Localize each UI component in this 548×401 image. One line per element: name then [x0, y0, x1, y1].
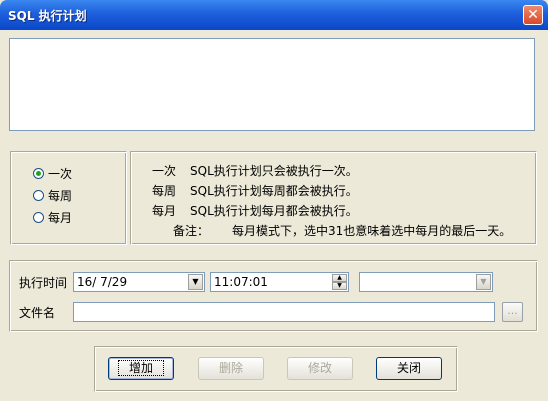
info-text-weekly: SQL执行计划每周都会被执行。	[190, 184, 358, 198]
add-button[interactable]: 增加	[108, 357, 174, 380]
close-icon: ✕	[527, 7, 539, 23]
time-value: 11:07:01	[214, 275, 268, 289]
exec-time-label: 执行时间	[19, 276, 68, 290]
sql-description-box[interactable]	[9, 38, 535, 131]
radio-monthly[interactable]: 每月	[33, 209, 72, 225]
time-spin-buttons[interactable]: ▲ ▼	[332, 274, 347, 290]
info-text-monthly: SQL执行计划每月都会被执行。	[190, 204, 358, 218]
chevron-down-icon[interactable]: ▼	[476, 274, 491, 290]
info-key-once: 一次	[152, 164, 177, 178]
radio-weekly-circle[interactable]	[33, 189, 44, 201]
title-bar: SQL 执行计划 ✕	[0, 0, 548, 30]
browse-button[interactable]: ...	[502, 302, 523, 322]
add-button-label: 增加	[117, 360, 165, 376]
delete-button[interactable]: 删除	[198, 357, 264, 380]
radio-once-circle[interactable]	[33, 167, 44, 179]
radio-monthly-label: 每月	[48, 210, 73, 225]
note-text: 每月模式下，选中31也意味着选中每月的最后一天。	[232, 224, 512, 238]
date-picker[interactable]: 16/ 7/29 ▼	[73, 272, 205, 292]
info-key-weekly: 每周	[152, 184, 177, 198]
file-name-input[interactable]	[73, 302, 495, 322]
close-window-button[interactable]: ✕	[523, 5, 543, 25]
spin-down-icon[interactable]: ▼	[332, 282, 347, 290]
spin-up-icon[interactable]: ▲	[332, 274, 347, 282]
radio-once[interactable]: 一次	[33, 165, 72, 181]
date-value: 16/ 7/29	[77, 275, 128, 289]
radio-monthly-circle[interactable]	[33, 211, 44, 223]
modify-button[interactable]: 修改	[287, 357, 353, 380]
time-spinner[interactable]: 11:07:01 ▲ ▼	[210, 272, 349, 292]
note-key: 备注：	[173, 224, 210, 238]
radio-once-label: 一次	[48, 166, 73, 181]
radio-weekly[interactable]: 每周	[33, 187, 72, 203]
weekday-select[interactable]: ▼	[359, 272, 493, 292]
window-title: SQL 执行计划	[8, 9, 87, 23]
info-key-monthly: 每月	[152, 204, 177, 218]
radio-weekly-label: 每周	[48, 188, 73, 203]
close-button[interactable]: 关闭	[376, 357, 442, 380]
chevron-down-icon[interactable]: ▼	[188, 274, 203, 290]
sql-schedule-dialog: SQL 执行计划 ✕ 一次 每周 每月 一次 SQL执行计划只会被执行一次。 每…	[0, 0, 548, 401]
info-text-once: SQL执行计划只会被执行一次。	[190, 164, 358, 178]
file-name-label: 文件名	[19, 306, 56, 320]
